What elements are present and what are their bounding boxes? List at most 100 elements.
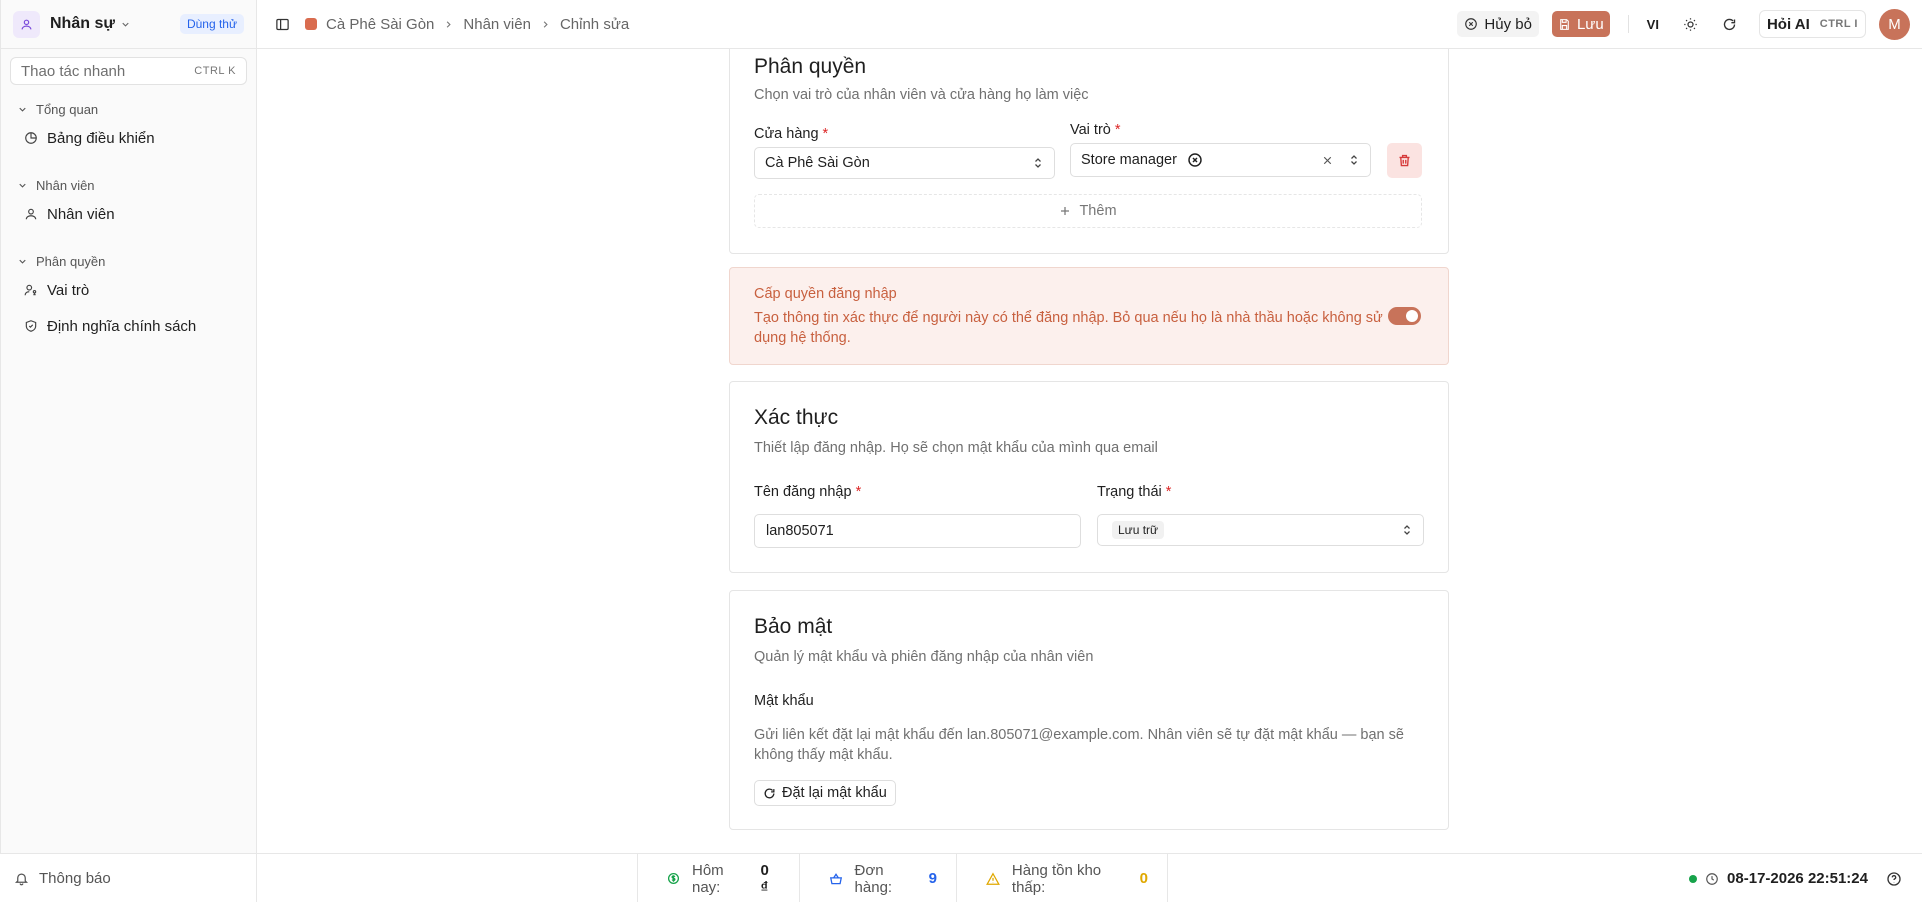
clock: 08-17-2026 22:51:24 — [1689, 854, 1910, 902]
login-grant-title: Cấp quyền đăng nhập — [754, 286, 897, 302]
store-logo-icon — [305, 18, 317, 30]
sidebar-item-policies[interactable]: Định nghĩa chính sách — [10, 309, 247, 343]
sidebar-group-overview[interactable]: Tổng quan — [1, 99, 256, 119]
role-field-label: Vai trò * — [1070, 122, 1121, 138]
sidebar-group-label: Phân quyền — [36, 253, 106, 269]
app-name: Nhân sự — [50, 15, 115, 32]
toolbar-divider — [1627, 15, 1629, 33]
money-icon — [667, 872, 692, 885]
add-role-button[interactable]: Thêm — [754, 194, 1422, 228]
permissions-description: Chọn vai trò của nhân viên và cửa hàng h… — [754, 87, 1089, 103]
stat-orders-label: Đơn hàng: — [854, 861, 893, 896]
sidebar-item-roles[interactable]: Vai trò — [10, 273, 247, 307]
delete-row-button[interactable] — [1387, 143, 1422, 178]
chevron-down-icon — [120, 19, 131, 30]
ask-ai-shortcut: CTRL I — [1819, 18, 1858, 30]
chevron-updown-icon — [1401, 523, 1413, 537]
stat-low-stock-value: 0 — [1139, 870, 1149, 887]
login-grant-toggle[interactable] — [1388, 307, 1421, 325]
sidebar-toggle-icon[interactable] — [275, 17, 290, 32]
cancel-button[interactable]: Hủy bỏ — [1457, 11, 1539, 37]
sidebar-group-permissions[interactable]: Phân quyền — [1, 251, 256, 271]
permissions-title: Phân quyền — [754, 55, 867, 78]
permissions-card: Phân quyền Chọn vai trò của nhân viên và… — [729, 49, 1449, 254]
save-button[interactable]: Lưu — [1551, 11, 1610, 37]
sidebar-item-label: Vai trò — [47, 281, 90, 299]
status-select[interactable]: Lưu trữ — [1097, 514, 1424, 546]
reset-password-button[interactable]: Đặt lại mật khẩu — [754, 780, 896, 806]
username-input[interactable] — [754, 514, 1081, 548]
breadcrumb: Cà Phê Sài Gòn Nhân viên Chỉnh sửa — [305, 16, 629, 33]
breadcrumb-employees[interactable]: Nhân viên — [463, 16, 531, 33]
sidebar-group-label: Tổng quan — [36, 101, 99, 117]
notifications-button[interactable]: Thông báo — [0, 853, 257, 902]
chevron-down-icon — [17, 104, 36, 115]
auth-description: Thiết lập đăng nhập. Họ sẽ chọn mật khẩu… — [754, 440, 1158, 456]
quick-action-input[interactable] — [21, 62, 189, 80]
x-circle-icon — [1464, 17, 1484, 31]
login-grant-panel: Cấp quyền đăng nhập Tạo thông tin xác th… — [729, 267, 1449, 365]
quick-action-search[interactable]: CTRL K — [10, 57, 247, 85]
chevron-down-icon — [17, 256, 36, 267]
required-mark: * — [822, 126, 829, 142]
auth-card: Xác thực Thiết lập đăng nhập. Họ sẽ chọn… — [729, 381, 1449, 573]
current-datetime: 08-17-2026 22:51:24 — [1727, 870, 1868, 887]
users-key-icon — [24, 283, 47, 297]
ask-ai-button[interactable]: Hỏi AI CTRL I — [1758, 10, 1866, 38]
security-title: Bảo mật — [754, 615, 833, 638]
cancel-label: Hủy bỏ — [1484, 15, 1532, 33]
security-card: Bảo mật Quản lý mật khẩu và phiên đăng n… — [729, 590, 1449, 830]
status-badge: Lưu trữ — [1112, 521, 1165, 539]
stat-orders: Đơn hàng: 9 — [800, 854, 957, 902]
refresh-icon[interactable] — [1722, 17, 1737, 32]
toggle-knob — [1406, 310, 1418, 322]
refresh-icon — [763, 787, 782, 800]
chevron-updown-icon — [1348, 153, 1360, 167]
sidebar-item-dashboard[interactable]: Bảng điều khiển — [10, 121, 247, 155]
role-select[interactable]: Store manager — [1070, 143, 1371, 177]
reset-password-label: Đặt lại mật khẩu — [782, 785, 887, 801]
basket-icon — [829, 872, 855, 886]
breadcrumb-store[interactable]: Cà Phê Sài Gòn — [326, 16, 434, 33]
language-switcher[interactable]: VI — [1647, 17, 1659, 32]
clock-icon — [1705, 872, 1727, 886]
sidebar-group-employees[interactable]: Nhân viên — [1, 175, 256, 195]
chevron-down-icon — [17, 180, 36, 191]
auth-title: Xác thực — [754, 406, 839, 429]
trial-badge[interactable]: Dùng thử — [179, 14, 244, 34]
stat-low-stock-label: Hàng tồn kho thấp: — [1011, 861, 1102, 896]
online-status-dot — [1689, 874, 1698, 883]
sun-icon[interactable] — [1683, 17, 1698, 32]
sidebar-item-label: Định nghĩa chính sách — [47, 317, 197, 335]
username-field-label: Tên đăng nhập * — [754, 484, 861, 500]
daily-stats: Hôm nay: 0 ₫ Đơn hàng: 9 Hàng tồn kho th… — [637, 854, 1168, 902]
user-icon — [24, 207, 47, 221]
warning-icon — [985, 871, 1012, 886]
add-label: Thêm — [1079, 203, 1117, 219]
app-switcher[interactable]: Nhân sự Dùng thử — [1, 0, 256, 49]
avatar[interactable]: M — [1879, 8, 1910, 40]
clear-icon[interactable] — [1321, 154, 1334, 167]
bell-icon — [14, 871, 39, 886]
remove-role-icon[interactable] — [1187, 152, 1203, 168]
save-label: Lưu — [1576, 15, 1604, 33]
security-description: Quản lý mật khẩu và phiên đăng nhập của … — [754, 649, 1094, 665]
stat-orders-value: 9 — [928, 870, 937, 887]
chevron-updown-icon — [1032, 156, 1044, 170]
sidebar-item-employees[interactable]: Nhân viên — [10, 197, 247, 231]
stat-low-stock: Hàng tồn kho thấp: 0 — [957, 854, 1167, 902]
password-note: Gửi liên kết đặt lại mật khẩu đến lan.80… — [754, 727, 1404, 763]
store-select[interactable]: Cà Phê Sài Gòn — [754, 147, 1055, 179]
ask-ai-label: Hỏi AI — [1766, 15, 1810, 33]
required-mark: * — [1114, 122, 1121, 138]
role-label-text: Vai trò — [1070, 122, 1111, 138]
topbar: Cà Phê Sài Gòn Nhân viên Chỉnh sửa Hủy b… — [257, 0, 1922, 49]
dashboard-icon — [24, 131, 47, 145]
trash-icon — [1397, 153, 1412, 168]
notifications-label: Thông báo — [39, 869, 111, 887]
stat-today: Hôm nay: 0 ₫ — [638, 854, 800, 902]
required-mark: * — [855, 484, 862, 500]
stat-today-label: Hôm nay: — [692, 861, 724, 896]
help-icon[interactable] — [1886, 871, 1910, 887]
top-actions: Hủy bỏ Lưu VI Hỏi AI CTRL I M — [1457, 8, 1922, 40]
